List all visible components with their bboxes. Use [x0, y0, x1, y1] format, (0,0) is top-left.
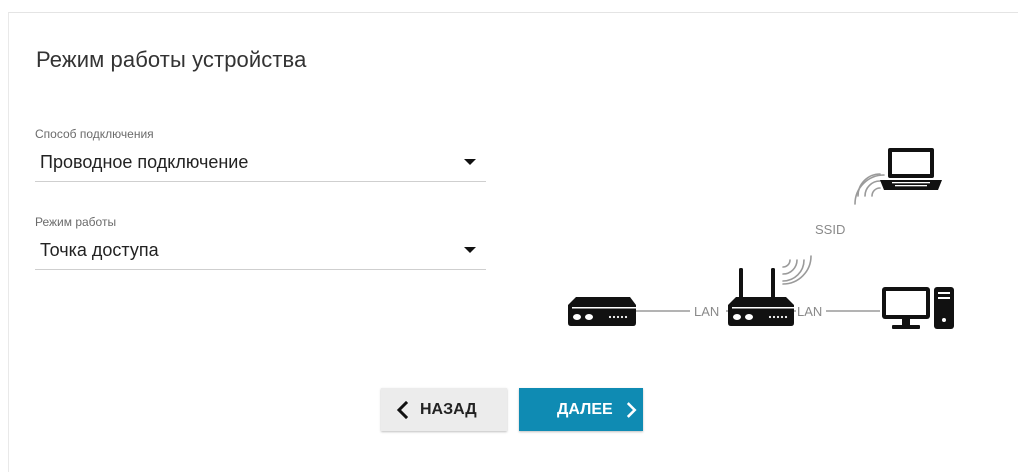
- chevron-left-icon: [396, 400, 408, 419]
- connection-method-label: Способ подключения: [35, 127, 154, 141]
- laptop-icon: [880, 148, 942, 190]
- router-icon: [728, 268, 794, 326]
- lan-label-left: LAN: [694, 304, 719, 319]
- chevron-down-icon: [464, 159, 476, 165]
- connection-method-field: Способ подключения Проводное подключение: [35, 127, 486, 182]
- work-mode-value: Точка доступа: [40, 240, 159, 260]
- work-mode-field: Режим работы Точка доступа: [35, 215, 486, 270]
- connection-method-value: Проводное подключение: [40, 152, 249, 172]
- next-button[interactable]: ДАЛЕЕ: [519, 388, 643, 431]
- chevron-down-icon: [464, 247, 476, 253]
- router-wifi-icon: [782, 255, 812, 285]
- desktop-pc-icon: [882, 287, 954, 329]
- work-mode-select[interactable]: Точка доступа: [35, 229, 486, 270]
- page-title: Режим работы устройства: [36, 47, 307, 72]
- back-button-label: НАЗАД: [420, 400, 477, 418]
- chevron-right-icon: [626, 401, 637, 418]
- ssid-label: SSID: [815, 222, 845, 237]
- modem-icon: [568, 297, 636, 326]
- network-diagram: LAN LAN SSID: [550, 130, 970, 340]
- next-button-label: ДАЛЕЕ: [557, 400, 613, 418]
- lan-label-right: LAN: [797, 304, 822, 319]
- back-button[interactable]: НАЗАД: [381, 388, 507, 431]
- connection-method-select[interactable]: Проводное подключение: [35, 141, 486, 182]
- laptop-wifi-icon: [854, 173, 885, 205]
- work-mode-label: Режим работы: [35, 215, 117, 229]
